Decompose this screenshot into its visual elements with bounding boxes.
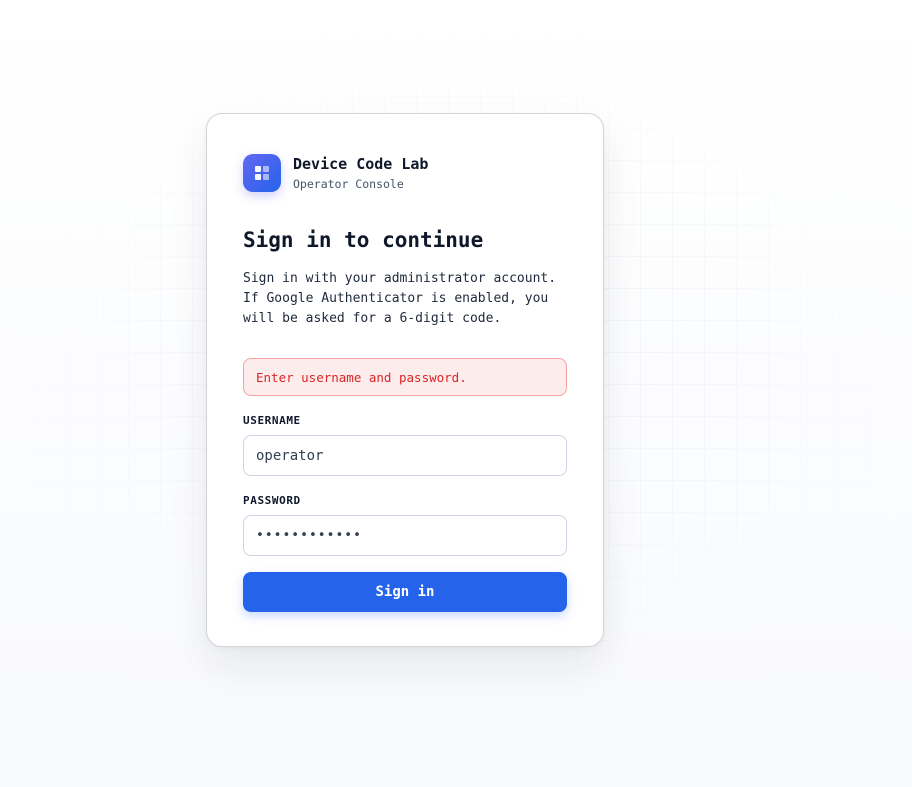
login-card: Device Code Lab Operator Console Sign in… (206, 113, 604, 647)
page-description: Sign in with your administrator account.… (243, 271, 557, 326)
sign-in-button[interactable]: Sign in (243, 572, 567, 612)
username-label: USERNAME (243, 414, 301, 427)
brand-header: Device Code Lab Operator Console (243, 153, 567, 192)
username-input[interactable] (243, 435, 567, 476)
brand-text: Device Code Lab Operator Console (293, 155, 428, 191)
password-label: PASSWORD (243, 494, 301, 507)
grid-logo-icon (243, 153, 281, 192)
password-input[interactable] (243, 515, 567, 556)
brand-subtitle: Operator Console (293, 176, 404, 191)
brand-name: Device Code Lab (293, 154, 429, 173)
error-message: Enter username and password. (243, 358, 567, 396)
page-title: Sign in to continue (243, 228, 484, 252)
